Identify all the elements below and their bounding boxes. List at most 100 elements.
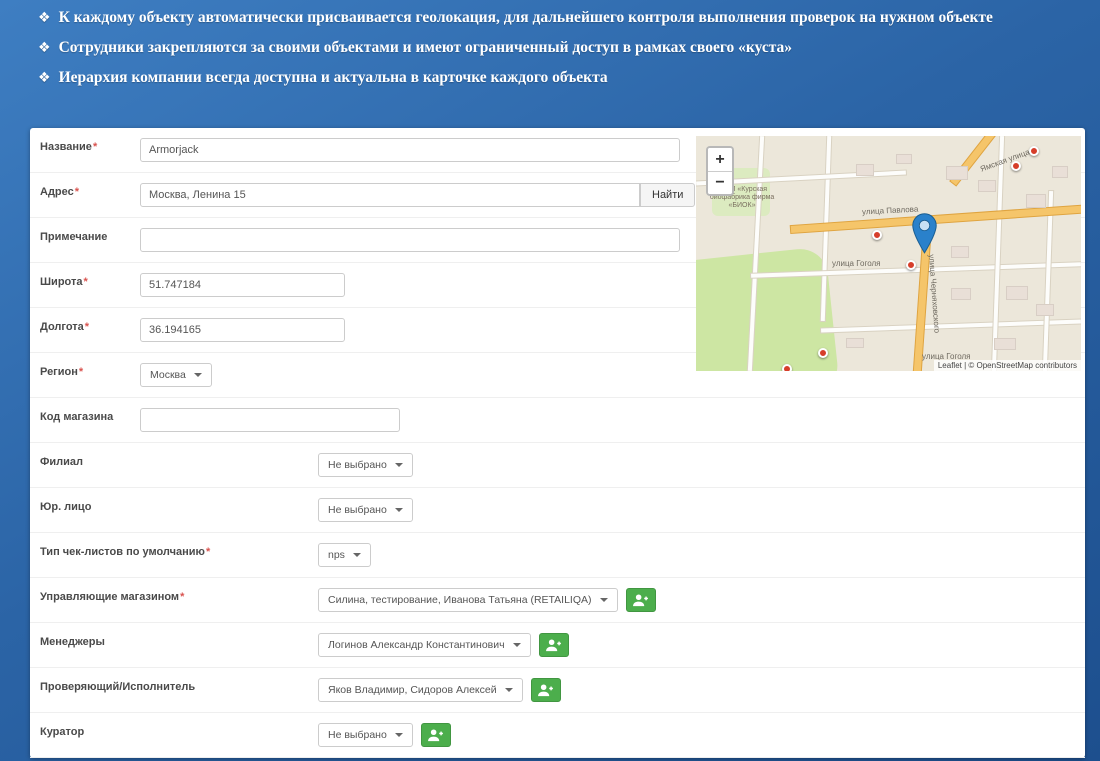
select-value: Москва <box>150 369 186 381</box>
chevron-down-icon <box>194 373 202 377</box>
latitude-input[interactable] <box>140 273 345 297</box>
map-building <box>1026 194 1046 208</box>
poi-marker[interactable] <box>1011 161 1021 171</box>
curator-select[interactable]: Не выбрано <box>318 723 413 747</box>
map-building <box>978 180 996 192</box>
add-user-icon <box>538 684 553 697</box>
required-asterisk: * <box>180 591 184 603</box>
chevron-down-icon <box>513 643 521 647</box>
intro-bullet-text: Сотрудники закрепляются за своими объект… <box>59 38 792 58</box>
field-row-branch: Филиал Не выбрано <box>30 443 1085 488</box>
map-building <box>896 154 912 164</box>
intro-bullet: ❖ К каждому объекту автоматически присва… <box>38 8 1053 29</box>
field-row-inspector: Проверяющий/Исполнитель Яков Владимир, С… <box>30 668 1085 713</box>
map-street <box>821 319 1081 332</box>
chevron-down-icon <box>395 733 403 737</box>
store-managers-select[interactable]: Силина, тестирование, Иванова Татьяна (R… <box>318 588 618 612</box>
chevron-down-icon <box>600 598 608 602</box>
legal-entity-label: Юр. лицо <box>40 501 91 513</box>
address-label: Адрес* <box>40 186 79 198</box>
poi-marker[interactable] <box>1029 146 1039 156</box>
checklist-type-label: Тип чек-листов по умолчанию* <box>40 546 210 558</box>
store-code-input[interactable] <box>140 408 400 432</box>
checklist-type-select[interactable]: nps <box>318 543 371 567</box>
map[interactable]: Ямская улица улица Павлова улица Гоголя … <box>696 136 1081 371</box>
required-asterisk: * <box>79 366 83 378</box>
object-card-panel: Название* Адрес* Найти Примечание Широта… <box>30 128 1085 758</box>
select-value: nps <box>328 549 345 561</box>
branch-select[interactable]: Не выбрано <box>318 453 413 477</box>
add-store-manager-button[interactable] <box>626 588 656 612</box>
branch-label: Филиал <box>40 456 83 468</box>
add-user-icon <box>546 639 561 652</box>
name-label: Название* <box>40 141 97 153</box>
chevron-down-icon <box>353 553 361 557</box>
poi-marker[interactable] <box>782 364 792 371</box>
select-value: Силина, тестирование, Иванова Татьяна (R… <box>328 594 592 606</box>
intro-text: ❖ К каждому объекту автоматически присва… <box>38 8 1053 98</box>
select-value: Не выбрано <box>328 459 387 471</box>
name-input[interactable] <box>140 138 680 162</box>
street-label: улица Павлова <box>862 205 919 217</box>
select-value: Не выбрано <box>328 729 387 741</box>
field-row-checklist-type: Тип чек-листов по умолчанию* nps <box>30 533 1085 578</box>
map-building <box>856 164 874 176</box>
intro-bullet-text: К каждому объекту автоматически присваив… <box>59 8 993 28</box>
street-label: улица Гоголя <box>832 259 880 268</box>
legal-entity-select[interactable]: Не выбрано <box>318 498 413 522</box>
managers-label: Менеджеры <box>40 636 105 648</box>
diamond-bullet-icon: ❖ <box>38 38 51 59</box>
add-manager-button[interactable] <box>539 633 569 657</box>
longitude-label: Долгота* <box>40 321 89 333</box>
find-button[interactable]: Найти <box>640 183 695 207</box>
add-user-icon <box>428 729 443 742</box>
note-input[interactable] <box>140 228 680 252</box>
map-attribution[interactable]: Leaflet | © OpenStreetMap contributors <box>934 360 1081 371</box>
map-building <box>1052 166 1068 178</box>
chevron-down-icon <box>395 463 403 467</box>
store-managers-label: Управляющие магазином* <box>40 591 184 603</box>
region-select[interactable]: Москва <box>140 363 212 387</box>
map-building <box>951 246 969 258</box>
inspector-label: Проверяющий/Исполнитель <box>40 681 195 693</box>
map-street <box>992 136 1004 371</box>
field-row-legal-entity: Юр. лицо Не выбрано <box>30 488 1085 533</box>
zoom-out-button[interactable]: − <box>708 171 732 194</box>
poi-marker[interactable] <box>872 230 882 240</box>
map-building <box>1006 286 1028 300</box>
field-row-store-managers: Управляющие магазином* Силина, тестирова… <box>30 578 1085 623</box>
required-asterisk: * <box>84 276 88 288</box>
diamond-bullet-icon: ❖ <box>38 8 51 29</box>
intro-bullet: ❖ Сотрудники закрепляются за своими объе… <box>38 38 1053 59</box>
note-label: Примечание <box>40 231 107 243</box>
region-label: Регион* <box>40 366 83 378</box>
managers-select[interactable]: Логинов Александр Константинович <box>318 633 531 657</box>
map-zoom-control: + − <box>706 146 734 196</box>
intro-bullet: ❖ Иерархия компании всегда доступна и ак… <box>38 68 1053 89</box>
field-row-store-code: Код магазина <box>30 398 1085 443</box>
location-pin-icon[interactable] <box>912 213 937 259</box>
field-row-curator: Куратор Не выбрано <box>30 713 1085 758</box>
street-label: улица Черняховского <box>927 254 941 333</box>
poi-marker[interactable] <box>818 348 828 358</box>
diamond-bullet-icon: ❖ <box>38 68 51 89</box>
select-value: Яков Владимир, Сидоров Алексей <box>328 684 497 696</box>
zoom-in-button[interactable]: + <box>708 148 732 171</box>
map-street <box>1043 191 1053 371</box>
intro-bullet-text: Иерархия компании всегда доступна и акту… <box>59 68 608 88</box>
add-curator-button[interactable] <box>421 723 451 747</box>
required-asterisk: * <box>75 186 79 198</box>
map-building <box>846 338 864 348</box>
select-value: Логинов Александр Константинович <box>328 639 505 651</box>
longitude-input[interactable] <box>140 318 345 342</box>
inspector-select[interactable]: Яков Владимир, Сидоров Алексей <box>318 678 523 702</box>
latitude-label: Широта* <box>40 276 88 288</box>
field-row-managers: Менеджеры Логинов Александр Константинов… <box>30 623 1085 668</box>
chevron-down-icon <box>505 688 513 692</box>
add-user-icon <box>633 594 648 607</box>
curator-label: Куратор <box>40 726 84 738</box>
add-inspector-button[interactable] <box>531 678 561 702</box>
address-input[interactable] <box>140 183 640 207</box>
chevron-down-icon <box>395 508 403 512</box>
poi-marker[interactable] <box>906 260 916 270</box>
